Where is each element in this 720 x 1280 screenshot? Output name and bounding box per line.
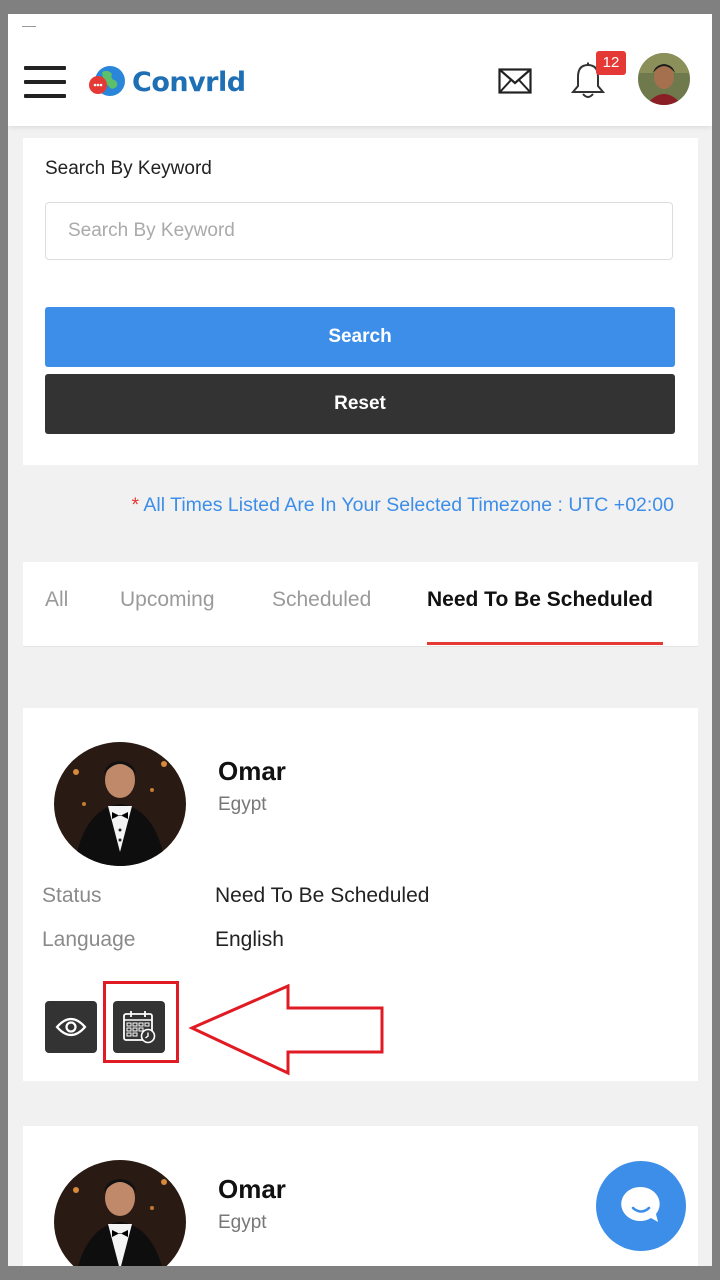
status-value: Need To Be Scheduled [215, 884, 430, 907]
avatar[interactable] [638, 53, 690, 105]
active-tab-indicator [427, 642, 663, 645]
eye-icon [55, 1017, 87, 1037]
student-name: Omar [218, 756, 286, 786]
required-star: * [131, 494, 140, 516]
status-label: Status [42, 884, 102, 907]
app-logo[interactable]: Convrld [88, 64, 246, 100]
logo-text: Convrld [132, 66, 246, 98]
reset-button[interactable]: Reset [45, 374, 675, 434]
annotation-highlight-box [103, 981, 179, 1063]
chat-bubble-icon [621, 1186, 660, 1222]
timezone-note: * All Times Listed Are In Your Selected … [131, 494, 674, 517]
view-button[interactable] [45, 1001, 97, 1053]
tab-all[interactable]: All [45, 588, 68, 612]
annotation-arrow [188, 984, 384, 1076]
student-name: Omar [218, 1174, 286, 1204]
timezone-text: All Times Listed Are In Your Selected Ti… [143, 494, 674, 516]
tab-upcoming[interactable]: Upcoming [120, 588, 215, 612]
student-country: Egypt [218, 1212, 267, 1233]
student-country: Egypt [218, 794, 267, 815]
globe-logo-icon [89, 66, 125, 96]
language-label: Language [42, 928, 136, 951]
search-input[interactable] [45, 202, 673, 260]
mail-icon[interactable] [498, 68, 532, 94]
session-tabs: All Upcoming Scheduled Need To Be Schedu… [23, 562, 698, 647]
language-value: English [215, 928, 284, 951]
app-page: Convrld 12 Search By Keyword Search By K… [8, 14, 712, 1266]
search-button[interactable]: Search [45, 307, 675, 367]
student-photo [54, 742, 186, 866]
divider [22, 26, 36, 27]
chat-button[interactable] [596, 1161, 686, 1251]
tab-scheduled[interactable]: Scheduled [272, 588, 371, 612]
top-navigation-bar: Convrld 12 [8, 14, 712, 126]
search-panel: Search By Keyword Search Reset [23, 138, 698, 465]
tab-need-to-be-scheduled[interactable]: Need To Be Scheduled [427, 588, 653, 612]
menu-icon[interactable] [24, 66, 66, 100]
search-label: Search By Keyword [45, 158, 212, 179]
student-photo [54, 1160, 186, 1266]
notification-badge: 12 [596, 51, 626, 75]
